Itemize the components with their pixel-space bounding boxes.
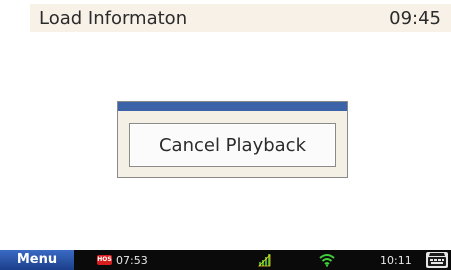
hos-time[interactable]: 07:53 [116, 254, 148, 267]
page-title: Load Informaton [39, 8, 188, 29]
signal-bars-icon [258, 254, 271, 267]
playback-dialog: Cancel Playback [117, 101, 348, 178]
cancel-playback-button[interactable]: Cancel Playback [129, 123, 336, 167]
dialog-title-bar [118, 102, 347, 111]
header-bar: Load Informaton 09:45 [30, 4, 451, 32]
keyboard-icon[interactable] [426, 252, 448, 268]
taskbar: Menu HOS 07:53 10:11 [0, 250, 451, 270]
hos-badge[interactable]: HOS [97, 255, 112, 265]
menu-button[interactable]: Menu [0, 250, 74, 270]
taskbar-clock: 10:11 [380, 254, 412, 267]
wifi-icon [319, 254, 335, 267]
header-clock: 09:45 [389, 8, 441, 29]
